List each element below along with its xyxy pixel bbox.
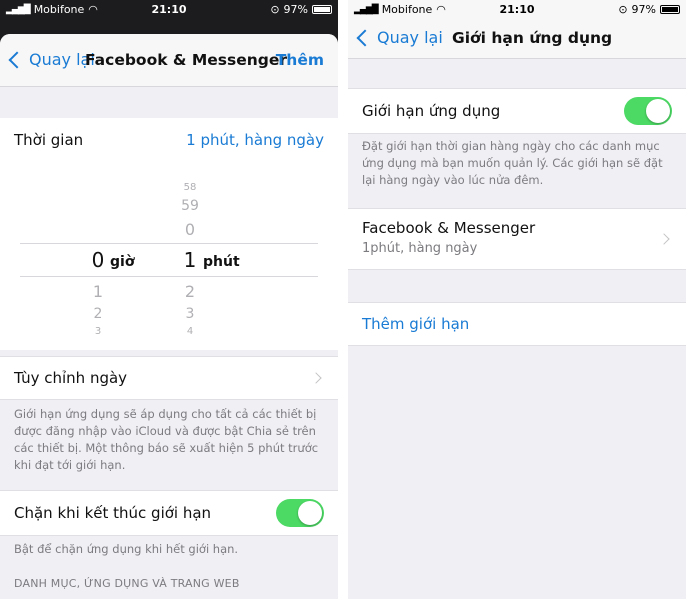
custom-days-row[interactable]: Tùy chỉnh ngày — [0, 356, 338, 400]
custom-days-label: Tùy chỉnh ngày — [14, 369, 128, 387]
add-button[interactable]: Thêm — [276, 51, 324, 69]
rotation-lock-icon: ⊙ — [270, 3, 280, 16]
hour-option[interactable]: 3 — [78, 326, 118, 337]
right-screen: ▂▄▆█ Mobifone ◠ 21:10 ⊙ 97% Quay lại Giớ… — [348, 0, 686, 599]
block-footer: Bật để chặn ứng dụng khi hết giới hạn. — [14, 542, 239, 556]
chevron-right-icon — [310, 372, 322, 384]
minute-option[interactable]: 59 — [170, 198, 210, 214]
chevron-left-icon — [8, 51, 26, 68]
rotation-lock-icon: ⊙ — [618, 3, 628, 16]
app-limit-row: Giới hạn ứng dụng — [348, 88, 686, 134]
minute-unit: phút — [203, 254, 240, 270]
minute-option[interactable]: 3 — [170, 306, 210, 322]
hour-unit: giờ — [110, 254, 135, 270]
battery-icon — [312, 5, 332, 14]
section-header: DANH MỤC, ỨNG DỤNG VÀ TRANG WEB — [14, 577, 240, 590]
navigation-bar: Quay lại Facebook & Messenger Thêm — [0, 34, 338, 87]
time-row[interactable]: Thời gian 1 phút, hàng ngày — [0, 118, 338, 161]
app-limit-label: Giới hạn ứng dụng — [362, 102, 501, 120]
chevron-right-icon — [658, 233, 670, 245]
battery-percent: 97% — [283, 3, 308, 16]
time-value: 1 phút, hàng ngày — [186, 131, 324, 149]
add-limit-button[interactable]: Thêm giới hạn — [348, 302, 686, 346]
hour-option[interactable]: 1 — [78, 282, 118, 301]
app-limit-toggle[interactable] — [624, 97, 672, 125]
battery-icon — [660, 5, 680, 14]
picker-selection-line — [20, 276, 318, 277]
app-limit-item-subtitle: 1phút, hàng ngày — [362, 241, 478, 256]
time-label: Thời gian — [14, 131, 84, 149]
status-bar: ▂▄▆█ Mobifone ◠ 21:10 ⊙ 97% — [348, 0, 686, 20]
page-title: Giới hạn ứng dụng — [452, 29, 613, 47]
add-limit-label: Thêm giới hạn — [362, 315, 470, 333]
modal-sheet: Quay lại Facebook & Messenger Thêm Thời … — [0, 34, 338, 599]
panel-divider — [338, 0, 348, 599]
app-limit-item-title: Facebook & Messenger — [362, 219, 536, 237]
block-row: Chặn khi kết thúc giới hạn — [0, 490, 338, 536]
status-bar: ▂▄▆█ Mobifone ◠ 21:10 ⊙ 97% — [0, 0, 338, 20]
back-button[interactable]: Quay lại — [8, 50, 95, 69]
minute-option[interactable]: 2 — [170, 282, 210, 301]
left-screen: ▂▄▆█ Mobifone ◠ 21:10 ⊙ 97% Quay lại Fac… — [0, 0, 338, 599]
minute-option[interactable]: 0 — [170, 220, 210, 239]
app-limit-footer: Đặt giới hạn thời gian hàng ngày cho các… — [362, 139, 663, 187]
minute-option[interactable]: 4 — [170, 326, 210, 337]
minute-option[interactable]: 58 — [170, 182, 210, 193]
time-picker[interactable]: 58 59 0 0 giờ 1 phút 1 2 3 2 3 4 — [0, 160, 338, 350]
page-title: Facebook & Messenger — [85, 51, 288, 69]
chevron-left-icon — [356, 29, 374, 46]
battery-percent: 97% — [631, 3, 656, 16]
custom-days-footer: Giới hạn ứng dụng sẽ áp dụng cho tất cả … — [14, 407, 319, 472]
picker-selection-line — [20, 243, 318, 244]
block-label: Chặn khi kết thúc giới hạn — [14, 504, 212, 522]
navigation-bar: Quay lại Giới hạn ứng dụng — [348, 20, 686, 59]
back-button[interactable]: Quay lại — [356, 28, 443, 47]
block-toggle[interactable] — [276, 499, 324, 527]
hour-option[interactable]: 2 — [78, 306, 118, 322]
back-label: Quay lại — [377, 28, 443, 47]
app-limit-item[interactable]: Facebook & Messenger 1phút, hàng ngày — [348, 208, 686, 270]
